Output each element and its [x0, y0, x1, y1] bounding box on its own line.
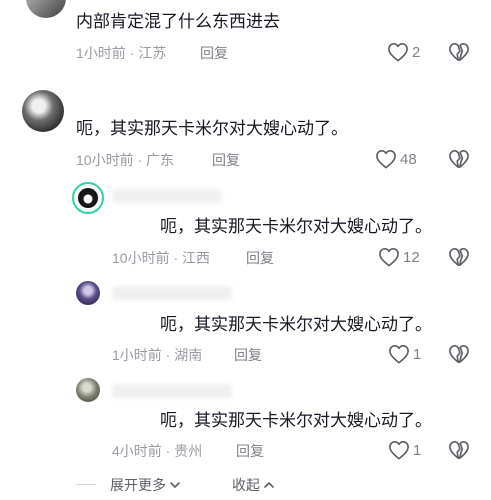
reply-button[interactable]: 回复: [246, 249, 274, 267]
comment-time-location: 1小时前 · 江苏: [76, 45, 167, 61]
like-count: 2: [412, 44, 421, 61]
expand-more-button[interactable]: 展开更多: [110, 476, 181, 494]
comment-text: 呃，其实那天卡米尔对大嫂心动了。: [76, 119, 348, 138]
broken-heart-icon[interactable]: [448, 344, 470, 364]
reply-time-location: 1小时前 · 湖南: [112, 347, 203, 363]
broken-heart-icon[interactable]: [448, 247, 470, 267]
chevron-down-icon: [169, 479, 181, 491]
avatar[interactable]: [76, 281, 100, 305]
avatar[interactable]: [22, 90, 64, 132]
heart-outline-icon[interactable]: [375, 149, 397, 169]
chevron-up-icon: [263, 479, 275, 491]
broken-heart-icon[interactable]: [448, 440, 470, 460]
comment-time-location: 10小时前 · 广东: [76, 152, 175, 168]
comment-text: 内部肯定混了什么东西进去: [76, 12, 280, 31]
reply-button[interactable]: 回复: [234, 346, 262, 364]
reply-time-location: 4小时前 · 贵州: [112, 443, 203, 459]
avatar[interactable]: [76, 378, 100, 402]
like-count: 48: [400, 151, 417, 168]
heart-outline-icon[interactable]: [388, 344, 410, 364]
reply-text: 呃，其实那天卡米尔对大嫂心动了。: [160, 217, 432, 236]
reply-time-location: 10小时前 · 江西: [112, 250, 211, 266]
broken-heart-icon[interactable]: [448, 149, 470, 169]
like-count: 1: [413, 442, 422, 459]
heart-outline-icon[interactable]: [387, 42, 409, 62]
reply-button[interactable]: 回复: [236, 442, 264, 460]
obscured-username: [112, 189, 222, 203]
expand-more-label: 展开更多: [110, 477, 166, 493]
reply-button[interactable]: 回复: [200, 44, 228, 62]
broken-heart-icon[interactable]: [448, 42, 470, 62]
obscured-username: [112, 286, 232, 300]
reply-thread-divider: [76, 484, 96, 485]
heart-outline-icon[interactable]: [378, 247, 400, 267]
like-count: 1: [413, 346, 422, 363]
obscured-username: [112, 384, 232, 398]
heart-outline-icon[interactable]: [388, 440, 410, 460]
collapse-label: 收起: [232, 477, 260, 493]
reply-button[interactable]: 回复: [212, 151, 240, 169]
avatar[interactable]: [26, 0, 66, 18]
collapse-button[interactable]: 收起: [232, 476, 275, 494]
like-count: 12: [403, 249, 420, 266]
reply-text: 呃，其实那天卡米尔对大嫂心动了。: [160, 315, 432, 334]
avatar[interactable]: [72, 182, 104, 214]
reply-text: 呃，其实那天卡米尔对大嫂心动了。: [160, 411, 432, 430]
